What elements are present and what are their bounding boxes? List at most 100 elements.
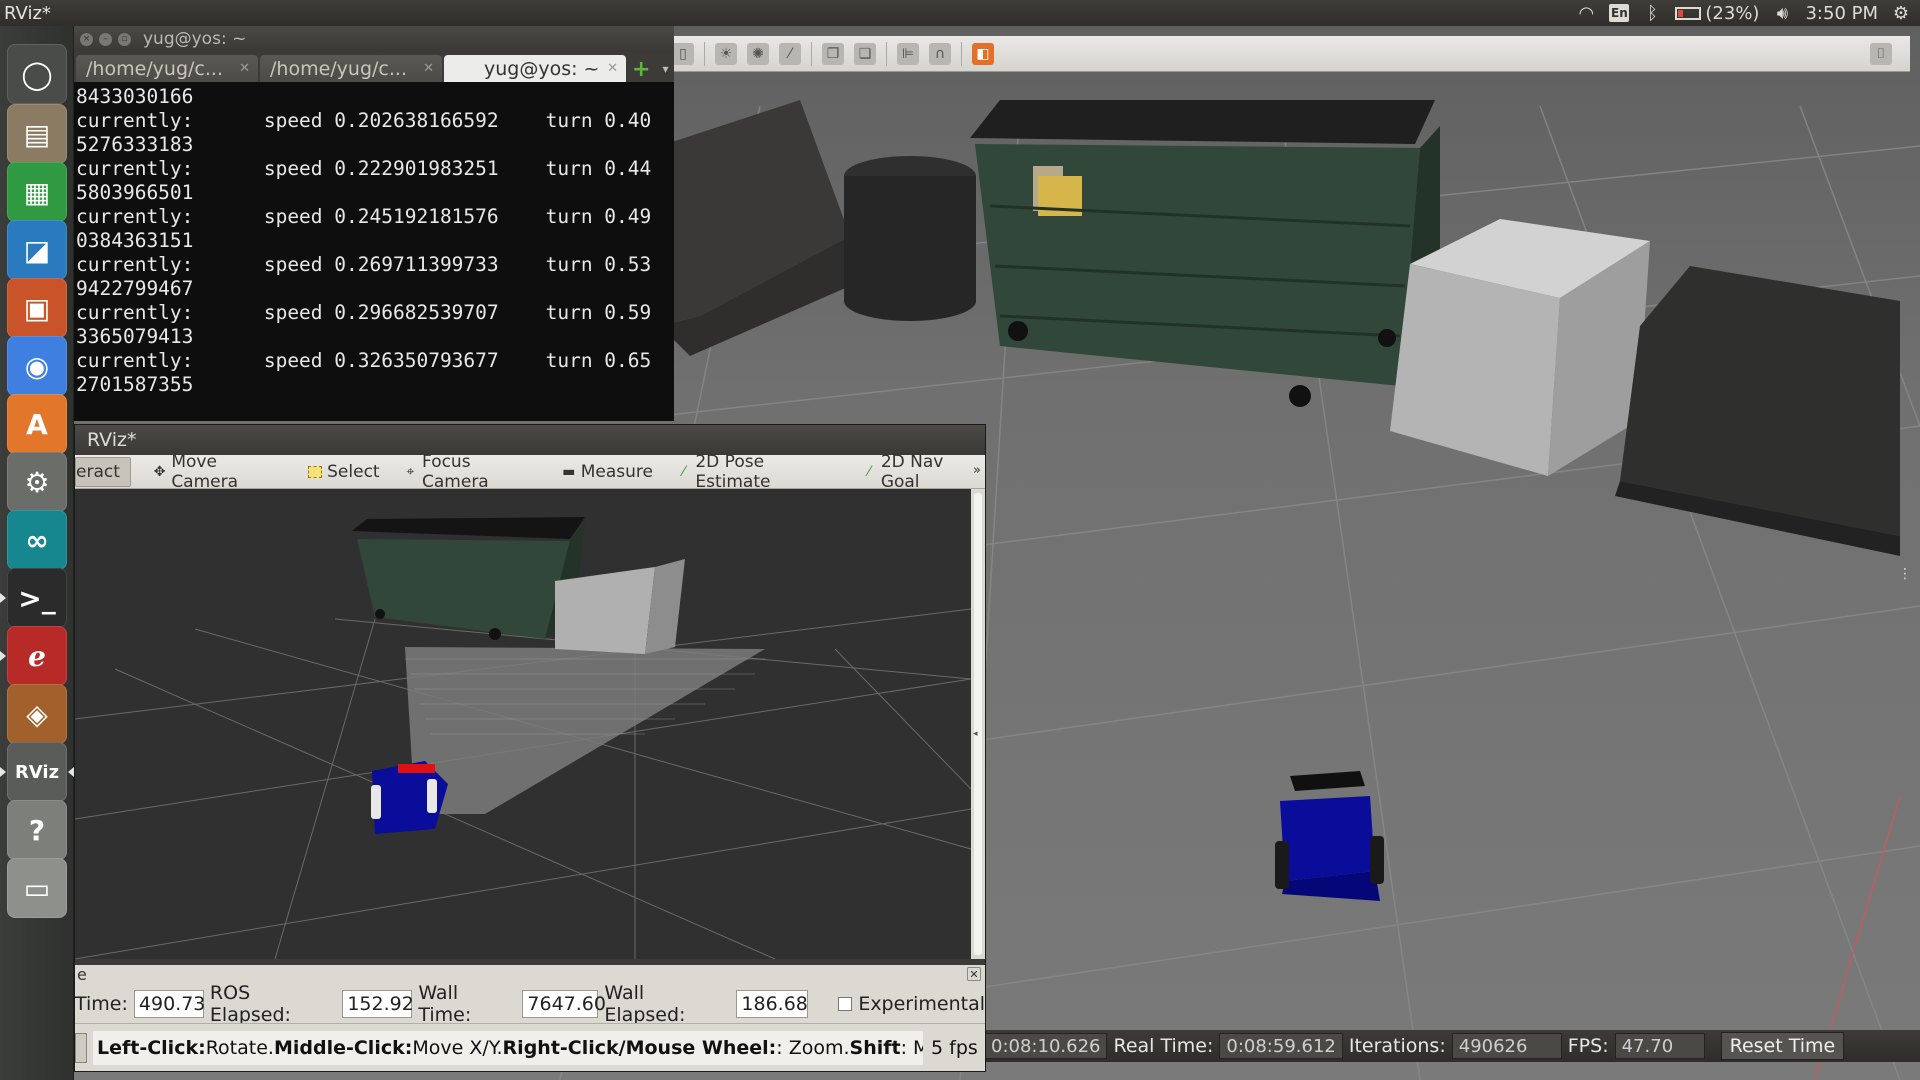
close-icon[interactable]: ✕ <box>607 61 618 76</box>
middle-click-desc: Move X/Y. <box>412 1036 503 1059</box>
terminal-line: currently: speed 0.326350793677 turn 0.6… <box>76 349 652 372</box>
system-settings-icon[interactable]: ⚙ <box>7 452 67 512</box>
rviz-view-scrollbar[interactable] <box>971 489 985 959</box>
gazebo-toolbar-separator <box>704 41 705 66</box>
gazebo-point-light-icon[interactable]: ✺ <box>747 42 769 65</box>
battery-indicator[interactable]: (23%) <box>1675 3 1759 24</box>
terminal-titlebar[interactable]: × – ▫ yug@yos: ~ <box>74 26 674 52</box>
terminal-line: 2701587355 <box>76 373 194 396</box>
gazebo-bottom-bar: 0:08:10.626 Real Time: 0:08:59.612 Itera… <box>980 1030 1920 1062</box>
interact-tool-button[interactable]: eract <box>75 456 131 487</box>
disk-icon[interactable]: ▭ <box>7 858 67 918</box>
select-icon <box>308 465 323 478</box>
terminal-tab[interactable]: /home/yug/c... ✕ <box>260 55 442 82</box>
terminal-tab[interactable]: /home/yug/c... ✕ <box>76 55 258 82</box>
keyboard-layout-icon[interactable]: En <box>1609 4 1630 22</box>
left-click-desc: Rotate. <box>205 1036 274 1059</box>
settings-gear-icon[interactable]: ⚙ <box>1892 3 1910 24</box>
nav-goal-label: 2D Nav Goal <box>880 451 944 492</box>
gazebo-screenshot-icon[interactable]: ⌷ <box>1870 43 1892 65</box>
top-panel: RViz* ◠ En ᛒ (23%) 🔊︎ 3:50 PM ⚙ <box>0 0 1920 26</box>
rviz-window[interactable]: RViz* eract ✥ Move Camera Select ⌖ Focus… <box>74 424 986 1072</box>
active-app-title: RViz* <box>4 2 51 24</box>
gazebo-panel-handle[interactable]: ⋮ <box>1898 566 1912 582</box>
close-icon[interactable]: ✕ <box>239 61 250 76</box>
battery-percent: (23%) <box>1705 2 1760 24</box>
terminal-line: currently: speed 0.296682539707 turn 0.5… <box>76 301 652 324</box>
nav-goal-button[interactable]: ⁄ 2D Nav Goal <box>860 452 985 492</box>
terminal-window[interactable]: × – ▫ yug@yos: ~ /home/yug/c... ✕ /home/… <box>74 26 674 421</box>
gazebo-fps-label: FPS: <box>1567 1035 1609 1057</box>
gazebo-iterations-label: Iterations: <box>1348 1035 1446 1057</box>
experimental-label: Experimental <box>858 993 986 1015</box>
focus-camera-button[interactable]: ⌖ Focus Camera <box>402 452 540 492</box>
running-indicator <box>0 593 6 603</box>
help-icon[interactable]: ? <box>7 800 67 860</box>
reset-button[interactable] <box>75 1032 87 1063</box>
minimize-icon[interactable]: – <box>99 32 112 46</box>
system-tray: ◠ En ᛒ (23%) 🔊︎ 3:50 PM ⚙ <box>1577 0 1920 26</box>
package-icon[interactable]: ◈ <box>7 684 67 744</box>
pose-estimate-label: 2D Pose Estimate <box>695 451 771 492</box>
close-icon[interactable]: ✕ <box>423 61 434 76</box>
terminal-icon[interactable]: >_ <box>7 568 67 628</box>
focus-camera-label: Focus Camera <box>422 451 489 492</box>
gazebo-paste-icon[interactable]: ❏ <box>854 42 876 65</box>
gazebo-cylinder-icon[interactable]: ▯ <box>672 42 694 65</box>
ros-time-field[interactable]: 490.73 <box>133 990 205 1018</box>
arduino-icon[interactable]: ∞ <box>7 510 67 570</box>
libreoffice-calc-icon[interactable]: ▦ <box>7 162 67 222</box>
gazebo-align-icon[interactable]: ⊫ <box>897 42 919 65</box>
terminal-tab-label: /home/yug/c... <box>270 57 407 80</box>
volume-icon[interactable]: 🔊︎ <box>1773 3 1791 24</box>
gazebo-real-time-label: Real Time: <box>1113 1035 1214 1057</box>
rviz-icon[interactable]: RViz <box>7 742 67 802</box>
wall-elapsed-field[interactable]: 186.68 <box>736 990 809 1018</box>
gazebo-reset-time-button[interactable]: Reset Time <box>1720 1032 1845 1060</box>
splitter-handle-icon[interactable]: ◂ <box>973 729 978 739</box>
move-camera-label: Move Camera <box>171 451 239 492</box>
wifi-icon[interactable]: ◠ <box>1577 3 1595 24</box>
chrome-icon[interactable]: ◉ <box>7 336 67 396</box>
measure-icon: ▬ <box>562 463 576 480</box>
close-icon[interactable]: ✕ <box>967 967 981 981</box>
evince-icon[interactable]: ℯ <box>7 626 67 686</box>
terminal-tab-active[interactable]: yug@yos: ~ ✕ <box>444 55 626 82</box>
gazebo-spot-light-icon[interactable]: ⁄ <box>779 42 801 65</box>
bluetooth-icon[interactable]: ᛒ <box>1643 3 1661 24</box>
pose-estimate-button[interactable]: ⁄ 2D Pose Estimate <box>675 452 840 492</box>
maximize-icon[interactable]: ▫ <box>118 32 131 46</box>
close-icon[interactable]: × <box>80 32 93 46</box>
measure-button[interactable]: ▬ Measure <box>560 457 655 487</box>
move-camera-button[interactable]: ✥ Move Camera <box>151 452 286 492</box>
files-icon[interactable]: ▤ <box>7 104 67 164</box>
select-button[interactable]: Select <box>306 457 381 487</box>
select-label: Select <box>327 461 380 482</box>
rviz-scene <box>75 517 971 959</box>
terminal-output[interactable]: 8433030166 currently: speed 0.20263816659… <box>74 82 674 416</box>
rviz-toolbar: eract ✥ Move Camera Select ⌖ Focus Camer… <box>75 452 985 492</box>
experimental-checkbox[interactable] <box>838 997 853 1011</box>
software-center-icon[interactable]: A <box>7 394 67 454</box>
gazebo-view-angle-icon[interactable]: ◧ <box>972 42 994 65</box>
ubuntu-dash-icon[interactable]: ◯ <box>7 44 67 104</box>
ros-elapsed-field[interactable]: 152.92 <box>342 990 414 1018</box>
terminal-line: 5276333183 <box>76 133 194 156</box>
gazebo-snap-icon[interactable]: ∩ <box>929 42 951 65</box>
wall-time-field[interactable]: 7647.60 <box>522 990 606 1018</box>
rviz-3d-view[interactable] <box>75 489 971 959</box>
unity-launcher: ◯ ▤ ▦ ◪ ▣ ◉ A ⚙ ∞ >_ ℯ ◈ RViz? ▭ <box>0 26 74 1080</box>
clock[interactable]: 3:50 PM <box>1805 3 1878 24</box>
toolbar-overflow-icon[interactable]: » <box>973 463 981 478</box>
rviz-titlebar[interactable]: RViz* <box>75 425 985 455</box>
left-click-key: Left-Click: <box>97 1036 206 1059</box>
gazebo-sun-light-icon[interactable]: ☀ <box>715 42 737 65</box>
add-tab-icon[interactable]: + <box>632 57 650 82</box>
libreoffice-draw-icon[interactable]: ◪ <box>7 220 67 280</box>
gazebo-copy-icon[interactable]: ❐ <box>822 42 844 65</box>
libreoffice-impress-icon[interactable]: ▣ <box>7 278 67 338</box>
pose-estimate-icon: ⁄ <box>682 463 685 480</box>
chevron-down-icon[interactable]: ▾ <box>662 62 668 76</box>
fps-readout: 5 fps <box>931 1036 978 1059</box>
middle-click-key: Middle-Click: <box>273 1036 413 1059</box>
